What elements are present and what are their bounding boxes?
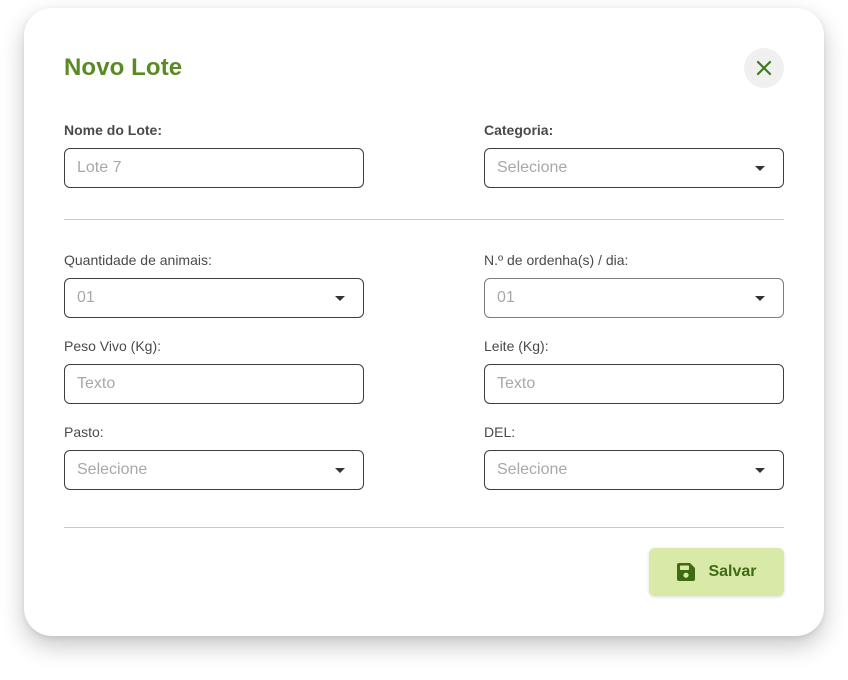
lot-name-label: Nome do Lote: [64,122,162,138]
milkings-per-day-field: N.º de ordenha(s) / dia: 01 [484,252,784,318]
pasture-label: Pasto: [64,424,104,440]
milk-placeholder: Texto [497,375,536,392]
animal-quantity-label: Quantidade de animais: [64,252,212,268]
close-icon [756,60,772,76]
milkings-per-day-placeholder: 01 [497,289,515,306]
section-divider [64,219,784,220]
animal-quantity-field: Quantidade de animais: 01 [64,252,364,318]
pasture-select[interactable]: Selecione [64,450,364,490]
save-button-label: Salvar [708,563,757,580]
pasture-field: Pasto: Selecione [64,424,364,490]
category-label: Categoria: [484,122,554,138]
del-select[interactable]: Selecione [484,450,784,490]
chevron-down-icon [755,166,765,171]
milk-field: Leite (Kg): Texto [484,338,784,404]
del-field: DEL: Selecione [484,424,784,490]
lot-name-field: Nome do Lote: Lote 7 [64,122,364,188]
category-placeholder: Selecione [497,159,568,176]
floppy-disk-icon [677,563,696,581]
milk-label: Leite (Kg): [484,338,549,354]
del-placeholder: Selecione [497,461,568,478]
lot-name-input[interactable]: Lote 7 [64,148,364,188]
footer-divider [64,527,784,528]
chevron-down-icon [755,468,765,473]
del-label: DEL: [484,424,516,440]
milkings-per-day-select[interactable]: 01 [484,278,784,318]
live-weight-label: Peso Vivo (Kg): [64,338,162,354]
animal-quantity-placeholder: 01 [77,289,95,306]
dialog-title: Novo Lote [64,54,183,81]
chevron-down-icon [335,296,345,301]
animal-quantity-select[interactable]: 01 [64,278,364,318]
live-weight-field: Peso Vivo (Kg): Texto [64,338,364,404]
milkings-per-day-label: N.º de ordenha(s) / dia: [484,252,629,268]
new-lot-dialog: Novo Lote Nome do Lote: Lote 7 Categoria… [24,8,824,636]
live-weight-input[interactable]: Texto [64,364,364,404]
save-button[interactable]: Salvar [649,548,784,596]
close-button[interactable] [744,48,784,88]
lot-name-placeholder: Lote 7 [77,159,122,176]
pasture-placeholder: Selecione [77,461,148,478]
live-weight-placeholder: Texto [77,375,116,392]
category-select[interactable]: Selecione [484,148,784,188]
milk-input[interactable]: Texto [484,364,784,404]
category-field: Categoria: Selecione [484,122,784,188]
chevron-down-icon [335,468,345,473]
chevron-down-icon [755,296,765,301]
